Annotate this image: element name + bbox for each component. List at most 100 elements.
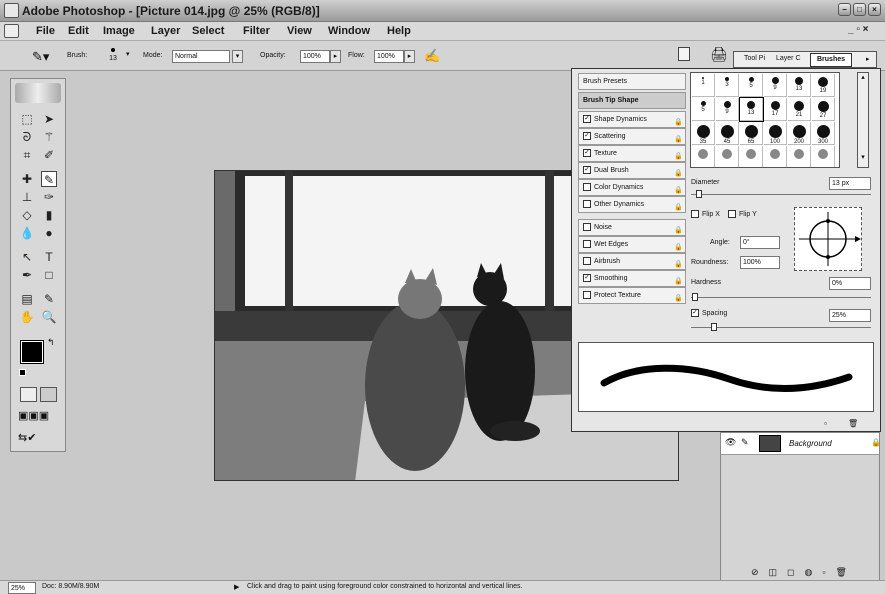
brush-dropdown-icon[interactable]: ▾	[126, 50, 130, 58]
tab-brushes[interactable]: Brushes	[810, 53, 853, 67]
brush-tip-cell[interactable]: 65	[740, 122, 763, 145]
brush-tip-cell[interactable]: 17	[764, 98, 787, 121]
opacity-input[interactable]: 100%	[300, 50, 330, 63]
adobe-online-icon[interactable]	[15, 83, 61, 103]
diameter-slider[interactable]	[691, 194, 871, 195]
diameter-slider-thumb[interactable]	[696, 190, 702, 198]
brush-tip-cell[interactable]: 5	[740, 74, 763, 97]
brush-option-row[interactable]: Wet Edges 🔒	[578, 236, 686, 253]
opacity-slider-button[interactable]: ▸	[330, 50, 341, 63]
unchecked-checkbox-icon[interactable]	[583, 291, 591, 300]
doc-size[interactable]: Doc: 8.90M/8.90M	[42, 583, 99, 590]
brush-tip-cell[interactable]: 19	[812, 74, 835, 97]
lock-icon[interactable]: 🔒	[674, 200, 683, 211]
unchecked-checkbox-icon[interactable]	[583, 183, 591, 192]
menu-window[interactable]: Window	[328, 25, 370, 37]
type-tool-icon[interactable]: T	[41, 249, 57, 265]
scroll-down-icon[interactable]: ▾	[858, 153, 868, 161]
brush-tip-cell[interactable]: 27	[812, 98, 835, 121]
brush-tip-cell[interactable]: 9	[764, 74, 787, 97]
flip-y-checkbox[interactable]: Flip Y	[728, 210, 757, 218]
rectangle-tool-icon[interactable]: □	[41, 267, 57, 283]
dodge-tool-icon[interactable]: ●	[41, 225, 57, 241]
brush-tool-icon[interactable]: ✎	[41, 171, 57, 187]
slice-tool-icon[interactable]: ✐	[41, 147, 57, 163]
gradient-tool-icon[interactable]: ▮	[41, 207, 57, 223]
lasso-tool-icon[interactable]: ᘐ	[19, 129, 35, 145]
move-tool-icon[interactable]: ➤	[41, 111, 57, 127]
clone-stamp-tool-icon[interactable]: ⊥	[19, 189, 35, 205]
brush-tip-cell[interactable]	[788, 146, 811, 167]
eyedropper-tool-icon[interactable]: ✎	[41, 291, 57, 307]
brush-tip-cell[interactable]: 9	[716, 98, 739, 121]
unchecked-checkbox-icon[interactable]	[583, 200, 591, 209]
menu-file[interactable]: File	[36, 25, 55, 37]
layer-actions-icons[interactable]: ⊘◫◻◍▫🗑	[751, 567, 857, 578]
maximize-button[interactable]: □	[853, 3, 866, 16]
brush-tip-cell[interactable]: 13	[739, 97, 764, 122]
brush-tip-cell[interactable]: 35	[692, 122, 715, 145]
lock-icon[interactable]: 🔒	[674, 274, 683, 285]
flow-slider-button[interactable]: ▸	[404, 50, 415, 63]
brush-option-row[interactable]: ✓ Smoothing 🔒	[578, 270, 686, 287]
brush-option-row[interactable]: ✓ Shape Dynamics 🔒	[578, 111, 686, 128]
path-selection-tool-icon[interactable]: ↖	[19, 249, 35, 265]
hardness-slider-thumb[interactable]	[692, 293, 698, 301]
hand-tool-icon[interactable]: ✋	[19, 309, 35, 325]
hardness-slider[interactable]	[691, 297, 871, 298]
brush-tip-cell[interactable]: 100	[764, 122, 787, 145]
close-button[interactable]: ×	[868, 3, 881, 16]
brush-tip-cell[interactable]	[740, 146, 763, 167]
spacing-checkbox[interactable]: ✓ Spacing	[691, 309, 727, 317]
brush-option-row[interactable]: ✓ Scattering 🔒	[578, 128, 686, 145]
roundness-input[interactable]: 100%	[740, 256, 780, 269]
checked-checkbox-icon[interactable]: ✓	[583, 149, 591, 158]
lock-icon[interactable]: 🔒	[674, 149, 683, 160]
unchecked-checkbox-icon[interactable]	[583, 257, 591, 266]
new-preset-icon[interactable]: ▫	[824, 419, 827, 428]
checked-checkbox-icon[interactable]: ✓	[583, 115, 591, 124]
brush-tip-cell[interactable]: 13	[788, 74, 811, 97]
lock-icon[interactable]: 🔒	[674, 240, 683, 251]
crop-tool-icon[interactable]: ⌗	[19, 147, 35, 163]
brush-tip-cell[interactable]	[812, 146, 835, 167]
menu-layer[interactable]: Layer	[151, 25, 180, 37]
document-icon[interactable]	[4, 24, 19, 38]
brush-tip-cell[interactable]	[764, 146, 787, 167]
scroll-up-icon[interactable]: ▴	[858, 73, 868, 81]
lock-icon[interactable]: 🔒	[674, 223, 683, 234]
pen-tool-icon[interactable]: ✒	[19, 267, 35, 283]
flip-x-checkbox[interactable]: Flip X	[691, 210, 720, 218]
zoom-level-field[interactable]: 25%	[8, 582, 36, 594]
brush-tip-cell[interactable]	[692, 146, 715, 167]
diameter-input[interactable]: 13 px	[829, 177, 871, 190]
quick-mask-mode-icon[interactable]	[40, 387, 57, 402]
unchecked-checkbox-icon[interactable]	[583, 223, 591, 232]
minimize-button[interactable]: –	[838, 3, 851, 16]
delete-preset-icon[interactable]: 🗑	[848, 419, 858, 428]
brush-tip-cell[interactable]: 5	[692, 98, 715, 121]
brush-option-row[interactable]: Airbrush 🔒	[578, 253, 686, 270]
hardness-input[interactable]: 0%	[829, 277, 871, 290]
healing-brush-tool-icon[interactable]: ✚	[19, 171, 35, 187]
brush-tip-shape-item[interactable]: Brush Tip Shape	[578, 92, 686, 109]
brush-option-row[interactable]: Other Dynamics 🔒	[578, 196, 686, 213]
marquee-tool-icon[interactable]: ⬚	[19, 111, 35, 127]
brush-tip-cell[interactable]: 300	[812, 122, 835, 145]
blur-tool-icon[interactable]: 💧	[19, 225, 35, 241]
unchecked-checkbox-icon[interactable]	[583, 240, 591, 249]
menu-image[interactable]: Image	[103, 25, 135, 37]
menu-view[interactable]: View	[287, 25, 312, 37]
jump-to-imageready-icon[interactable]: ⇆✔	[18, 431, 36, 444]
lock-icon[interactable]: 🔒	[674, 166, 683, 177]
tab-tool-presets[interactable]: Tool Pi	[744, 55, 765, 62]
menu-edit[interactable]: Edit	[68, 25, 89, 37]
tip-grid-scrollbar[interactable]: ▴ ▾	[857, 72, 869, 168]
checked-checkbox-icon[interactable]: ✓	[583, 274, 591, 283]
file-browser-icon[interactable]	[678, 47, 690, 61]
angle-input[interactable]: 0°	[740, 236, 780, 249]
mode-dropdown-button[interactable]: ▾	[232, 50, 243, 63]
brush-option-row[interactable]: Noise 🔒	[578, 219, 686, 236]
brush-tip-grid[interactable]: 1 3 5 9 13 19 5 9 13 17 21 27 35 45 65 100 200 300	[690, 72, 840, 168]
spacing-input[interactable]: 25%	[829, 309, 871, 322]
